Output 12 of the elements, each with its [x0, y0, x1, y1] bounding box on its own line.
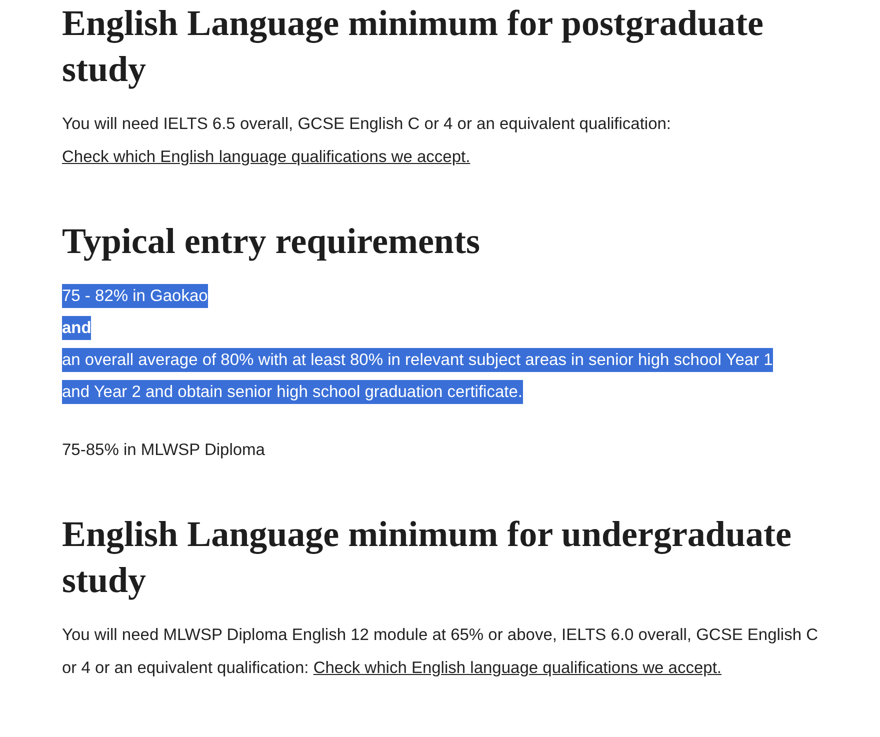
paragraph: You will need MLWSP Diploma English 12 module at 65% or above, IELTS 6.0 overall, GCSE English C or 4 or an equivalent qualification: Check which English language qualifications we accept.: [62, 625, 820, 679]
section-heading: Typical entry requirements: [62, 220, 481, 263]
qualifications-link[interactable]: Check which English language qualifications we accept.: [62, 148, 470, 166]
requirement-text: an overall average of 80% with at least 80% in relevant subject areas in senior high school Year 1: [62, 348, 773, 372]
paragraph: 75-85% in MLWSP Diploma: [62, 440, 266, 461]
requirement-text: and Year 2 and obtain senior high school graduation certificate.: [62, 380, 522, 404]
requirement-text: 75 - 82% in Gaokao: [62, 284, 208, 308]
requirement-text: and: [62, 316, 92, 340]
section-heading: English Language minimum for undergraduate study: [62, 513, 792, 602]
paragraph: You will need IELTS 6.5 overall, GCSE English C or 4 or an equivalent qualification: Check which English language qualifications we accept.: [62, 114, 672, 168]
qualifications-link[interactable]: Check which English language qualifications we accept.: [313, 659, 722, 677]
section-heading: English Language minimum for postgraduate study: [62, 2, 764, 91]
